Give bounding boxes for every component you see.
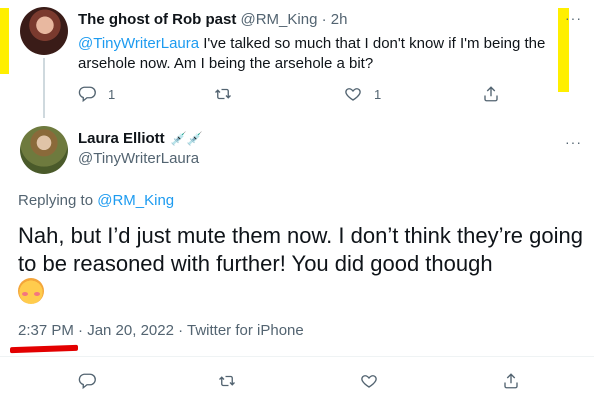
parent-tweet-header: The ghost of Rob past @RM_King · 2h [78,11,347,28]
replying-prefix: Replying to [18,192,98,209]
reply-icon [78,86,96,103]
share-icon [484,86,498,102]
like-button[interactable] [360,372,378,390]
reply-icon [78,373,96,390]
retweet-button[interactable] [218,372,236,390]
syringe-emoji: 💉💉 [170,130,204,146]
reply-button[interactable] [78,372,96,390]
tweet-meta: 2:37 PM · Jan 20, 2022 · Twitter for iPh… [18,322,304,339]
blush-emoji [18,278,44,304]
thread-connector-line [43,58,45,118]
display-name[interactable]: The ghost of Rob past [78,11,236,28]
avatar[interactable] [20,7,68,55]
user-handle[interactable]: @RM_King [241,11,318,28]
retweet-icon [219,375,235,387]
avatar[interactable] [20,126,68,174]
share-button[interactable] [502,372,520,390]
tweet-body: Nah, but I’d just mute them now. I don’t… [18,223,583,276]
parent-tweet-text: @TinyWriterLaura I've talked so much tha… [78,34,548,74]
replying-to-line: Replying to @RM_King [18,192,174,209]
red-underline-annotation [10,344,78,354]
retweet-button[interactable] [214,85,232,103]
share-icon [504,373,518,389]
heart-icon [345,88,361,101]
retweet-icon [215,88,231,100]
more-icon[interactable]: ··· [565,134,582,150]
tweet-time[interactable]: 2h [331,11,348,28]
like-button[interactable]: 1 [344,85,381,103]
user-handle[interactable]: @TinyWriterLaura [78,150,199,167]
display-name[interactable]: Laura Elliott [78,130,165,147]
separator: · [321,11,327,28]
share-button[interactable] [482,85,500,103]
replying-to-link[interactable]: @RM_King [97,192,174,209]
reply-count: 1 [108,86,116,102]
divider [0,356,594,357]
like-count: 1 [374,86,382,102]
heart-icon [361,375,377,388]
highlight-marker-left [0,8,9,74]
reply-button[interactable]: 1 [78,85,115,103]
main-tweet-text: Nah, but I’d just mute them now. I don’t… [18,222,584,306]
tweet-timestamp[interactable]: 2:37 PM [18,322,74,339]
display-name-row: Laura Elliott 💉💉 [78,130,203,147]
more-icon[interactable]: ··· [565,10,582,26]
tweet-date-source: · Jan 20, 2022 · Twitter for iPhone [73,322,304,339]
mention-link[interactable]: @TinyWriterLaura [78,35,199,52]
